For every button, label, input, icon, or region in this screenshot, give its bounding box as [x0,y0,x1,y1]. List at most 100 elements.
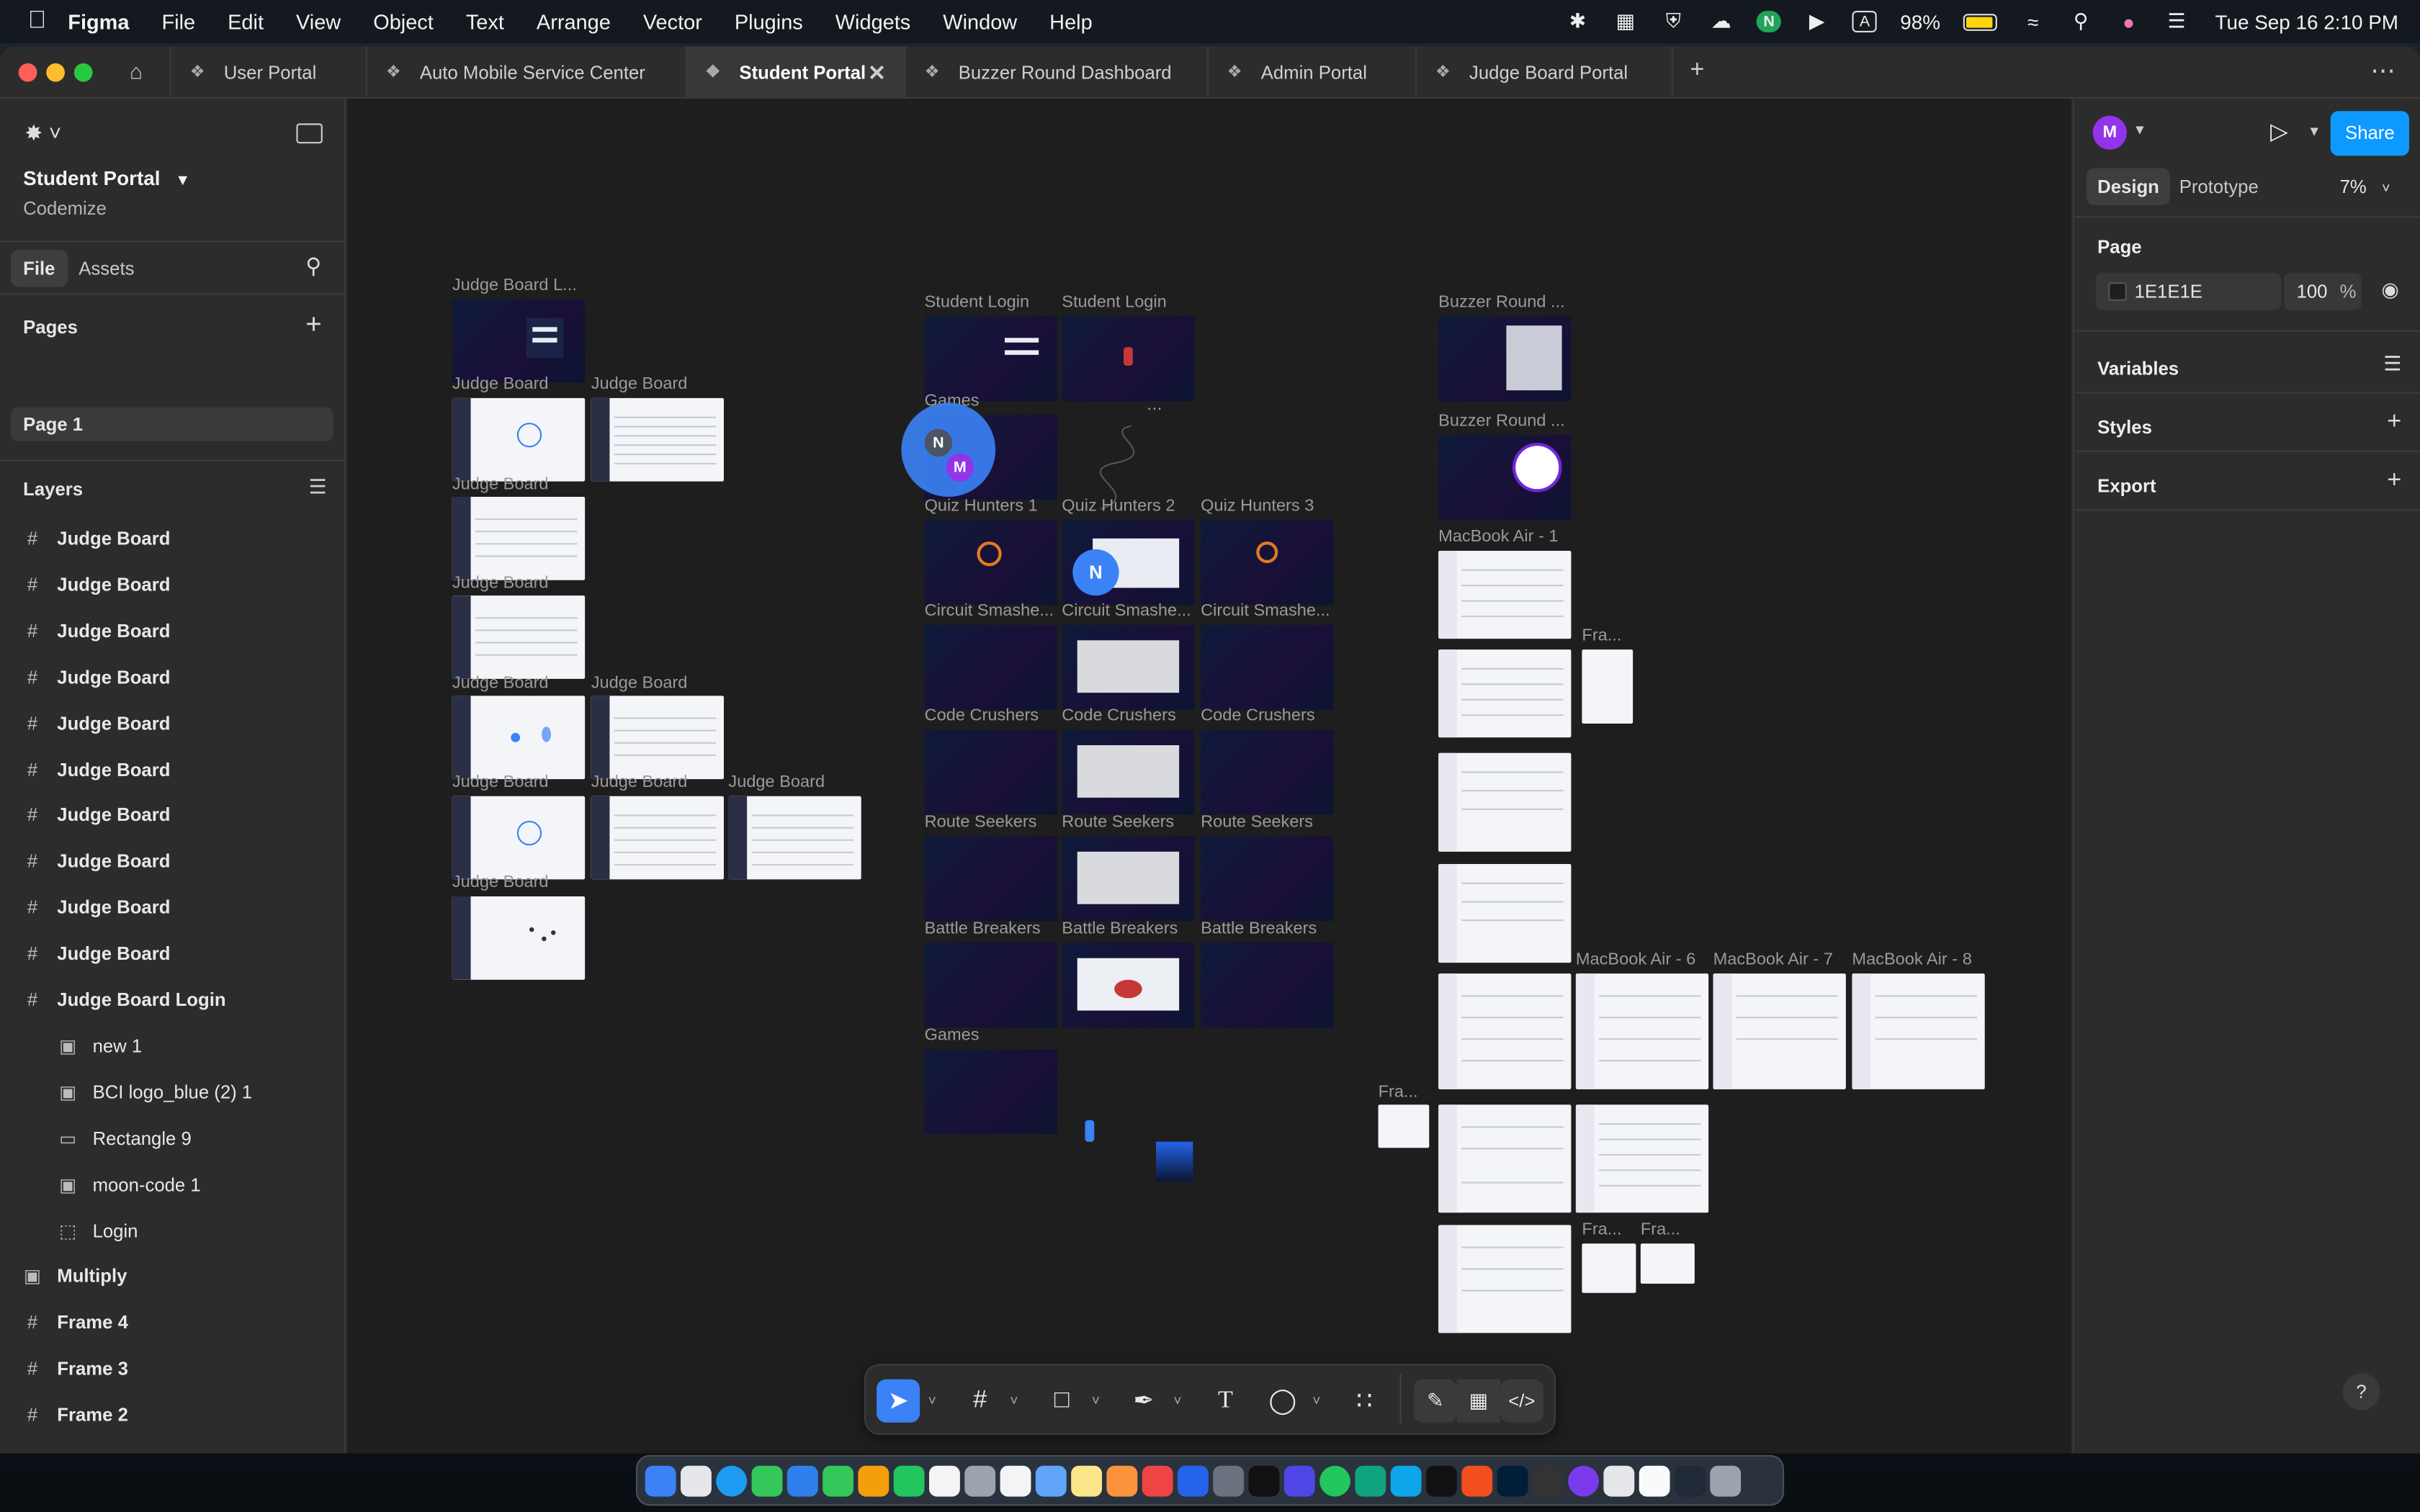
judge-board-login-frame[interactable] [452,299,586,383]
code-crushers-frame[interactable] [1062,729,1195,815]
figma-status-icon[interactable]: ✱ [1565,9,1590,32]
minimize-window-button[interactable] [46,63,65,82]
page-item[interactable]: Page 1 [11,407,333,441]
tab-user-portal[interactable]: ❖ User Portal [169,46,367,99]
judge-board-frame[interactable] [452,595,586,679]
layer-item[interactable]: # Judge Board [0,884,346,930]
macbook-air-frame[interactable] [1438,864,1572,963]
menu-file[interactable]: File [161,10,195,33]
user-avatar[interactable]: M [2092,115,2127,150]
glow-element[interactable] [1156,1141,1193,1182]
document-icon[interactable] [1639,1464,1670,1496]
layer-item[interactable]: # Judge Board [0,838,346,884]
tab-admin-portal[interactable]: ❖ Admin Portal [1209,46,1417,99]
move-tool-icon[interactable]: ➤ [877,1379,920,1423]
grid-status-icon[interactable]: ▦ [1613,9,1638,32]
music-icon[interactable] [1142,1464,1173,1496]
keynote-icon[interactable] [1106,1464,1138,1496]
design-canvas[interactable]: Judge Board L... Judge Board Judge Board… [347,99,2071,1454]
terminal-icon[interactable] [1425,1464,1457,1496]
draw-mode-icon[interactable]: ✎ [1413,1379,1457,1423]
clock[interactable]: Tue Sep 16 2:10 PM [2215,10,2398,33]
siri-icon[interactable]: ● [2116,10,2141,33]
judge-board-frame[interactable] [728,796,861,880]
app-store-icon[interactable] [1178,1464,1209,1496]
window-icon[interactable] [1675,1464,1706,1496]
zoom-level[interactable]: 7% ˅ [2340,176,2390,197]
tv-icon[interactable] [1248,1464,1280,1496]
layer-item[interactable]: # Judge Board [0,608,346,654]
layer-item[interactable]: ▭ Rectangle 9 [0,1115,346,1161]
frame-tool-icon[interactable]: # [959,1380,1002,1423]
macbook-air-7-frame[interactable] [1713,973,1846,1089]
add-page-icon[interactable]: + [305,309,322,341]
assets-tab[interactable]: Assets [79,258,134,279]
quiz-hunters-1-frame[interactable] [924,520,1057,605]
new-tab-icon[interactable]: + [1690,57,1704,85]
present-chevron-icon[interactable]: ▼ [2308,123,2321,138]
judge-board-frame[interactable] [452,497,586,580]
prototype-tab[interactable]: Prototype [2179,176,2259,197]
menu-text[interactable]: Text [466,10,504,33]
macbook-air-frame[interactable] [1438,752,1572,852]
macbook-air-frame[interactable] [1438,551,1572,639]
route-seekers-frame[interactable] [924,836,1057,922]
add-style-icon[interactable]: + [2387,409,2401,437]
control-center-icon[interactable]: ☰ [2164,9,2189,32]
layer-item[interactable]: ▣ BCI logo_blue (2) 1 [0,1069,346,1115]
code-crushers-frame[interactable] [924,729,1057,815]
tab-buzzer-round[interactable]: ❖ Buzzer Round Dashboard [906,46,1209,99]
macbook-air-frame[interactable] [1438,1104,1572,1213]
circuit-smashers-frame[interactable] [1062,624,1195,710]
reminders-icon[interactable] [1000,1464,1031,1496]
design-mode-icon[interactable]: ▦ [1456,1379,1500,1423]
finder-icon[interactable] [645,1464,676,1496]
layer-item[interactable]: # Frame 4 [0,1300,346,1346]
freeform-icon[interactable] [1035,1464,1067,1496]
pen-tool-chevron-icon[interactable]: ˅ [1168,1380,1187,1423]
launchpad-icon[interactable] [681,1464,712,1496]
opacity-field[interactable]: 100 % [2284,273,2362,310]
trash-icon[interactable] [1710,1464,1742,1496]
macbook-air-frame[interactable] [1438,973,1572,1089]
macbook-air-frame[interactable] [1438,649,1572,738]
safari-icon[interactable] [716,1464,748,1496]
add-export-icon[interactable]: + [2387,467,2401,495]
macbook-air-frame[interactable] [1438,1225,1572,1333]
layer-item[interactable]: ⬚ Login [0,1207,346,1254]
menu-object[interactable]: Object [373,10,434,33]
route-seekers-frame[interactable] [1062,836,1195,922]
macbook-air-frame[interactable] [1575,1104,1709,1213]
tab-student-portal[interactable]: ❖ Student Portal ✕ [686,46,906,99]
layer-item[interactable]: ▣ new 1 [0,1022,346,1068]
shape-tool-chevron-icon[interactable]: ˅ [1087,1380,1106,1423]
more-icon[interactable]: ⋯ [2370,55,2396,86]
arc-icon[interactable] [1568,1464,1599,1496]
mail-icon[interactable] [786,1464,818,1496]
small-frame[interactable] [1582,1243,1636,1293]
close-window-button[interactable] [18,63,37,82]
color-swatch[interactable] [2108,282,2127,301]
photoshop-icon[interactable] [1497,1464,1528,1496]
messages-icon[interactable] [751,1464,783,1496]
menu-view[interactable]: View [296,10,341,33]
search-icon[interactable]: ⚲ [2069,9,2093,32]
menu-window[interactable]: Window [943,10,1017,33]
battle-breakers-frame[interactable] [1062,942,1195,1028]
dev-mode-icon[interactable]: </> [1500,1379,1543,1423]
battery-icon[interactable] [1963,13,1998,30]
winners-frame[interactable] [924,1049,1057,1134]
layer-item[interactable]: # Frame 3 [0,1346,346,1392]
menu-app-name[interactable]: Figma [68,10,129,33]
cloud-icon[interactable]: ☁ [1709,9,1734,32]
menu-arrange[interactable]: Arrange [537,10,611,33]
folder-icon[interactable] [1603,1464,1635,1496]
layer-item[interactable]: # Judge Board [0,700,346,746]
battle-breakers-frame[interactable] [1201,942,1334,1028]
chatgpt-icon[interactable] [1355,1464,1386,1496]
sidebar-toggle-icon[interactable] [296,123,323,144]
home-icon[interactable]: ⌂ [130,58,143,83]
menu-edit[interactable]: Edit [228,10,264,33]
small-frame[interactable] [1640,1243,1695,1284]
buzzer-round-frame[interactable] [1438,316,1572,402]
